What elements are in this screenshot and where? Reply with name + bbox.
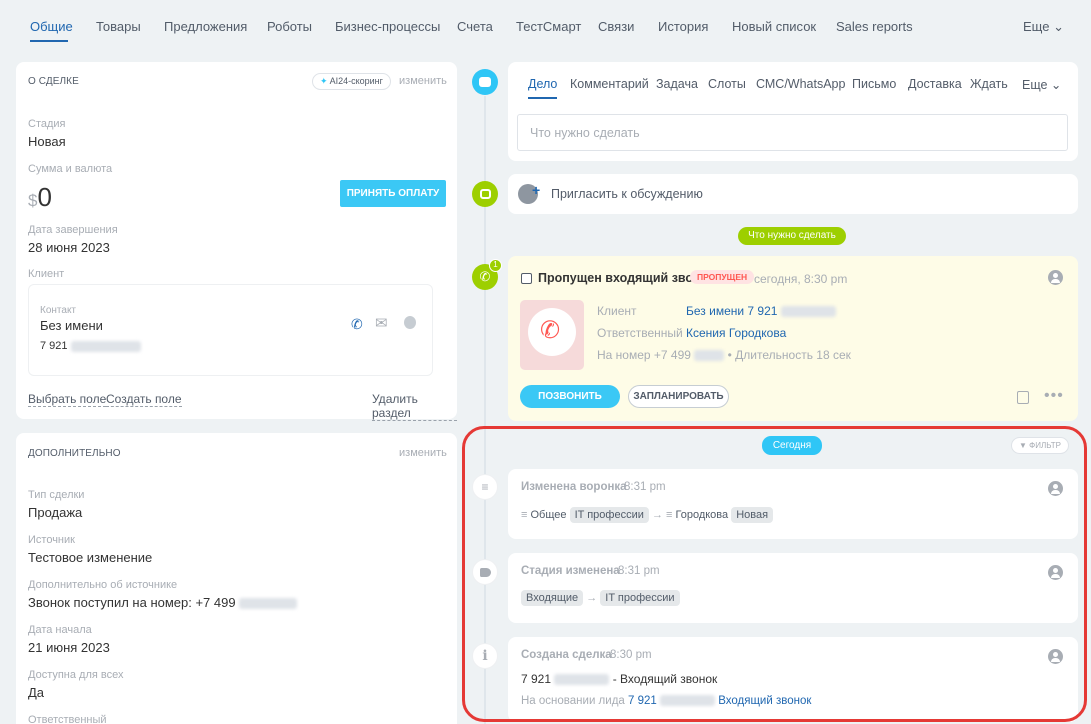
call-thumbnail: ✆	[520, 300, 584, 370]
tab-products[interactable]: Товары	[96, 19, 141, 34]
note-icon[interactable]	[1017, 391, 1029, 404]
source-info-label: Дополнительно об источнике	[28, 579, 178, 591]
chevron-down-icon: ⌄	[1053, 19, 1064, 34]
delete-section-link[interactable]: Удалить раздел	[372, 392, 457, 421]
active-tab-underline	[30, 40, 68, 42]
call-responsible-value[interactable]: Ксения Городкова	[686, 326, 786, 340]
complete-checkbox[interactable]	[521, 273, 532, 284]
chevron-down-icon: ⌄	[1050, 78, 1062, 92]
invite-row[interactable]: + Пригласить к обсуждению	[508, 174, 1078, 214]
tab-sales-reports[interactable]: Sales reports	[836, 19, 913, 34]
start-date-value: 21 июня 2023	[28, 640, 110, 655]
end-date-label: Дата завершения	[28, 224, 118, 236]
tab-links[interactable]: Связи	[598, 19, 634, 34]
additional-title: ДОПОЛНИТЕЛЬНО	[28, 448, 121, 459]
select-field-link[interactable]: Выбрать поле	[28, 392, 107, 407]
more-dots-icon[interactable]: •••	[1044, 387, 1064, 405]
activity-tab-letter[interactable]: Письмо	[852, 77, 896, 91]
missed-call-time: сегодня, 8:30 pm	[754, 272, 848, 286]
activity-tab-comment[interactable]: Комментарий	[570, 77, 649, 91]
contact-name[interactable]: Без имени	[40, 318, 103, 333]
tabs-more-button[interactable]: Еще ⌄	[1023, 19, 1064, 35]
phone-missed-icon: ✆	[528, 308, 576, 356]
ai-scoring-badge[interactable]: ✦ AI24-скоринг	[312, 73, 391, 90]
additional-edit-link[interactable]: изменить	[399, 447, 447, 459]
stage-value: Новая	[28, 134, 66, 149]
stage-label: Стадия	[28, 118, 66, 130]
additional-card: ДОПОЛНИТЕЛЬНО изменить Тип сделки Продаж…	[16, 433, 457, 724]
top-tabs-bar: Общие Товары Предложения Роботы Бизнес-п…	[0, 0, 1091, 52]
missed-call-counter: 1	[489, 259, 502, 272]
mail-icon[interactable]: ✉	[375, 314, 388, 332]
missed-call-card: Пропущен входящий звонок ПРОПУЩЕН сегодн…	[508, 256, 1078, 421]
create-field-link[interactable]: Создать поле	[106, 392, 182, 407]
about-deal-title: О СДЕЛКЕ	[28, 76, 79, 87]
access-value: Да	[28, 685, 45, 700]
about-deal-card: О СДЕЛКЕ ✦ AI24-скоринг изменить Стадия …	[16, 62, 457, 421]
call-button[interactable]: ПОЗВОНИТЬ	[520, 385, 620, 408]
activity-chat-icon	[472, 69, 498, 95]
about-edit-link[interactable]: изменить	[399, 75, 447, 87]
tab-history[interactable]: История	[658, 19, 708, 34]
invite-text: Пригласить к обсуждению	[551, 187, 703, 201]
sum-label: Сумма и валюта	[28, 163, 113, 175]
activity-tab-task[interactable]: Задача	[656, 77, 698, 91]
highlight-frame	[462, 426, 1087, 722]
plan-button[interactable]: ЗАПЛАНИРОВАТЬ	[628, 385, 729, 408]
contact-phone: 7 921	[40, 340, 141, 352]
contact-label: Контакт	[40, 305, 77, 316]
plus-icon: +	[532, 182, 541, 198]
todo-placeholder: Что нужно сделать	[530, 126, 640, 140]
start-date-label: Дата начала	[28, 624, 92, 636]
call-responsible-label: Ответственный	[597, 326, 683, 340]
user-avatar-icon[interactable]	[1048, 270, 1063, 285]
source-info-value: Звонок поступил на номер: +7 499	[28, 595, 298, 610]
missed-badge: ПРОПУЩЕН	[690, 270, 755, 284]
todo-divider: Что нужно сделать	[738, 227, 846, 245]
tab-general[interactable]: Общие	[30, 19, 73, 34]
call-client-label: Клиент	[597, 304, 637, 318]
activity-tab-slots[interactable]: Слоты	[708, 77, 746, 91]
sparkle-icon: ✦	[320, 76, 328, 86]
end-date-value: 28 июня 2023	[28, 240, 110, 255]
source-label: Источник	[28, 534, 75, 546]
discussion-icon	[472, 181, 498, 207]
activity-tab-deal[interactable]: Дело	[528, 77, 558, 99]
accept-payment-button[interactable]: ПРИНЯТЬ ОПЛАТУ	[340, 180, 446, 207]
activity-tab-delivery[interactable]: Доставка	[908, 77, 962, 91]
deal-type-value: Продажа	[28, 505, 83, 520]
deal-type-label: Тип сделки	[28, 489, 85, 501]
activity-editor: Дело Комментарий Задача Слоты СМС/WhatsA…	[508, 62, 1078, 161]
missed-call-title: Пропущен входящий звонок	[538, 271, 715, 285]
chat-icon[interactable]	[404, 316, 416, 329]
activity-tab-wait[interactable]: Ждать	[970, 77, 1008, 91]
call-number-info: На номер +7 499 • Длительность 18 сек	[597, 348, 851, 362]
tab-new-list[interactable]: Новый список	[732, 19, 816, 34]
todo-input[interactable]: Что нужно сделать	[517, 114, 1068, 151]
phone-icon[interactable]: ✆	[351, 316, 363, 333]
activity-tab-sms[interactable]: СМС/WhatsApp	[756, 77, 845, 91]
source-value: Тестовое изменение	[28, 550, 153, 565]
tab-testsmart[interactable]: ТестСмарт	[516, 19, 581, 34]
tab-business-processes[interactable]: Бизнес-процессы	[335, 19, 440, 34]
responsible-label: Ответственный	[28, 714, 107, 724]
sum-value: $0	[28, 182, 52, 212]
access-label: Доступна для всех	[28, 669, 124, 681]
tab-offers[interactable]: Предложения	[164, 19, 247, 34]
tab-invoices[interactable]: Счета	[457, 19, 493, 34]
activity-more-button[interactable]: Еще ⌄	[1022, 77, 1061, 92]
call-client-value[interactable]: Без имени 7 921	[686, 304, 836, 318]
contact-box: Контакт Без имени 7 921 ✆ ✉	[28, 284, 433, 376]
client-label: Клиент	[28, 268, 65, 280]
tab-robots[interactable]: Роботы	[267, 19, 312, 34]
